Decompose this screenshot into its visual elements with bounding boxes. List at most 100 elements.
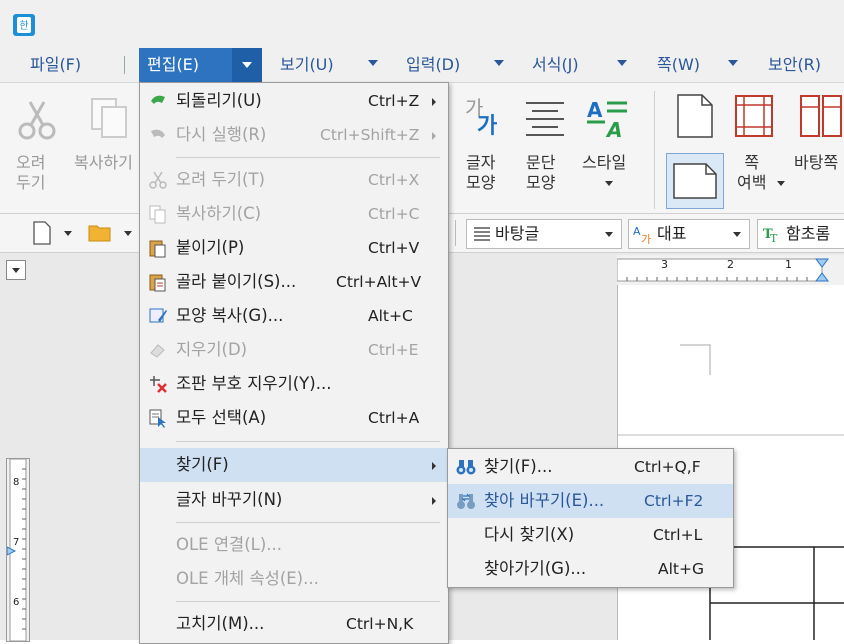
menu-file[interactable]: 파일(F) <box>30 48 81 82</box>
ruler-tick-label: 6 <box>13 597 20 608</box>
menu-item-change-chars[interactable]: 글자 바꾸기(N) <box>140 483 448 517</box>
menu-item-label: OLE 연결(L)... <box>176 535 283 554</box>
menu-bar: 파일(F) 편집(E) 보기(U) 입력(D) 서식(J) 쪽(W) 보안(R) <box>0 48 844 83</box>
clear-codes-icon <box>150 376 167 393</box>
menu-item-goto[interactable]: 찾아가기(G)... Alt+G <box>448 552 733 586</box>
ribbon-background-label[interactable]: 바탕쪽 <box>794 153 838 173</box>
menu-item-label: 조판 부호 지우기(Y)... <box>176 374 332 393</box>
menu-separator <box>176 522 440 523</box>
submenu-arrow-icon <box>432 98 436 106</box>
horizontal-ruler[interactable]: 3 2 1 <box>617 255 844 286</box>
new-dropdown-icon[interactable] <box>64 231 72 236</box>
ribbon-copy-label[interactable]: 복사하기 <box>74 153 133 173</box>
style-combo[interactable]: 바탕글 <box>466 219 622 249</box>
menu-item-copy[interactable]: 복사하기(C) Ctrl+C <box>140 197 448 231</box>
select-all-icon <box>149 409 166 428</box>
menu-item-shortcut: Ctrl+F2 <box>644 492 704 510</box>
ruler-tick-label: 7 <box>13 537 20 548</box>
menu-security[interactable]: 보안(R) <box>768 48 821 82</box>
menu-item-ole-properties[interactable]: OLE 개체 속성(E)... <box>140 562 448 596</box>
landscape-page-icon <box>673 163 717 199</box>
page-orientation-button[interactable] <box>666 153 724 209</box>
ribbon-cut-label[interactable]: 오려 두기 <box>16 153 45 193</box>
font-combo[interactable]: T T 함초롬 <box>757 219 844 249</box>
menu-item-label: 찾기(F)... <box>484 457 553 476</box>
page-margin-icon <box>735 95 773 137</box>
menu-item-find-dialog[interactable]: 찾기(F)... Ctrl+Q,F <box>448 450 733 484</box>
menu-item-erase[interactable]: 지우기(D) Ctrl+E <box>140 333 448 367</box>
menu-item-format-painter[interactable]: 모양 복사(G)... Alt+C <box>140 299 448 333</box>
menu-item-ole-link[interactable]: OLE 연결(L)... <box>140 528 448 562</box>
paste-icon <box>149 240 166 258</box>
style-combo-value: 바탕글 <box>495 224 540 243</box>
style-dropdown-icon[interactable] <box>605 181 613 186</box>
chevron-down-icon <box>242 62 252 68</box>
menu-item-find-replace[interactable]: 찾아 바꾸기(E)... Ctrl+F2 <box>448 484 733 518</box>
toolbar-divider <box>455 220 456 246</box>
chevron-down-icon <box>605 232 613 237</box>
menu-item-select-all[interactable]: 모두 선택(A) Ctrl+A <box>140 401 448 435</box>
scissors-icon <box>18 101 56 140</box>
menu-view-dropdown-icon[interactable] <box>368 60 378 66</box>
copy-icon <box>149 205 166 224</box>
page-margin-dropdown-icon[interactable] <box>777 181 785 186</box>
ruler-tick-label: 1 <box>785 258 792 271</box>
char-shape-icon: 가 가 <box>465 96 497 139</box>
menu-item-label: 고치기(M)... <box>176 614 265 633</box>
menu-item-label: 찾기(F) <box>176 455 229 474</box>
open-folder-icon[interactable] <box>88 223 114 243</box>
new-document-icon[interactable] <box>32 221 52 245</box>
open-dropdown-icon[interactable] <box>124 231 132 236</box>
truetype-font-icon: T T <box>763 227 778 243</box>
menu-edit[interactable]: 편집(E) <box>139 48 232 82</box>
menu-format-dropdown-icon[interactable] <box>617 60 627 66</box>
menu-item-shortcut: Ctrl+C <box>368 205 420 223</box>
page-icon <box>677 94 713 138</box>
ribbon-para-shape-label[interactable]: 문단 모양 <box>526 153 555 193</box>
submenu-arrow-icon <box>432 497 436 505</box>
menu-insert[interactable]: 입력(D) <box>406 48 460 82</box>
ribbon-style-label[interactable]: 스타일 <box>582 153 626 173</box>
menu-item-find-again[interactable]: 다시 찾기(X) Ctrl+L <box>448 518 733 552</box>
menu-item-label: 찾아 바꾸기(E)... <box>484 491 605 510</box>
menu-page-dropdown-icon[interactable] <box>728 60 738 66</box>
menu-item-undo[interactable]: 되돌리기(U) Ctrl+Z <box>140 84 448 118</box>
ribbon-page-margin-label[interactable]: 쪽 여백 <box>737 153 766 193</box>
paste-special-icon <box>149 274 166 292</box>
menu-item-label: 모두 선택(A) <box>176 408 267 427</box>
menu-item-shortcut: Ctrl+L <box>653 526 703 544</box>
para-shape-icon <box>526 102 564 136</box>
app-logo-icon[interactable]: 한 <box>12 13 36 37</box>
vertical-ruler[interactable]: 8 7 6 <box>6 458 30 642</box>
submenu-arrow-icon <box>432 132 436 140</box>
ruler-tick-label: 8 <box>13 477 20 488</box>
menu-item-paste-special[interactable]: 골라 붙이기(S)... Ctrl+Alt+V <box>140 265 448 299</box>
ruler-toggle-button[interactable] <box>6 260 26 280</box>
menu-separator <box>124 56 125 74</box>
menu-view[interactable]: 보기(U) <box>280 48 334 82</box>
menu-item-label: 오려 두기(T) <box>176 170 265 189</box>
svg-text:가: 가 <box>641 233 651 244</box>
menu-item-shortcut: Alt+G <box>658 560 704 578</box>
language-combo[interactable]: A 가 대표 <box>628 219 750 249</box>
menu-item-cut[interactable]: 오려 두기(T) Ctrl+X <box>140 163 448 197</box>
menu-item-label: 모양 복사(G)... <box>176 306 284 325</box>
menu-edit-dropdown-button[interactable] <box>232 48 262 82</box>
paragraph-style-icon <box>474 227 490 241</box>
menu-item-paste[interactable]: 붙이기(P) Ctrl+V <box>140 231 448 265</box>
menu-item-redo[interactable]: 다시 실행(R) Ctrl+Shift+Z <box>140 118 448 152</box>
copy-icon <box>91 98 127 138</box>
menu-item-find[interactable]: 찾기(F) <box>140 448 448 482</box>
ribbon-char-shape-label[interactable]: 글자 모양 <box>466 153 495 193</box>
menu-item-shortcut: Ctrl+Shift+Z <box>320 126 420 144</box>
menu-insert-dropdown-icon[interactable] <box>494 60 504 66</box>
menu-separator <box>176 157 440 158</box>
menu-page[interactable]: 쪽(W) <box>657 48 700 82</box>
menu-format[interactable]: 서식(J) <box>532 48 579 82</box>
menu-item-shortcut: Alt+C <box>368 307 413 325</box>
menu-item-shortcut: Ctrl+N,K <box>346 615 414 633</box>
menu-item-clear-codes[interactable]: 조판 부호 지우기(Y)... <box>140 367 448 401</box>
menu-item-label: OLE 개체 속성(E)... <box>176 569 319 588</box>
menu-item-modify[interactable]: 고치기(M)... Ctrl+N,K <box>140 607 448 641</box>
language-combo-value: 대표 <box>657 224 687 243</box>
